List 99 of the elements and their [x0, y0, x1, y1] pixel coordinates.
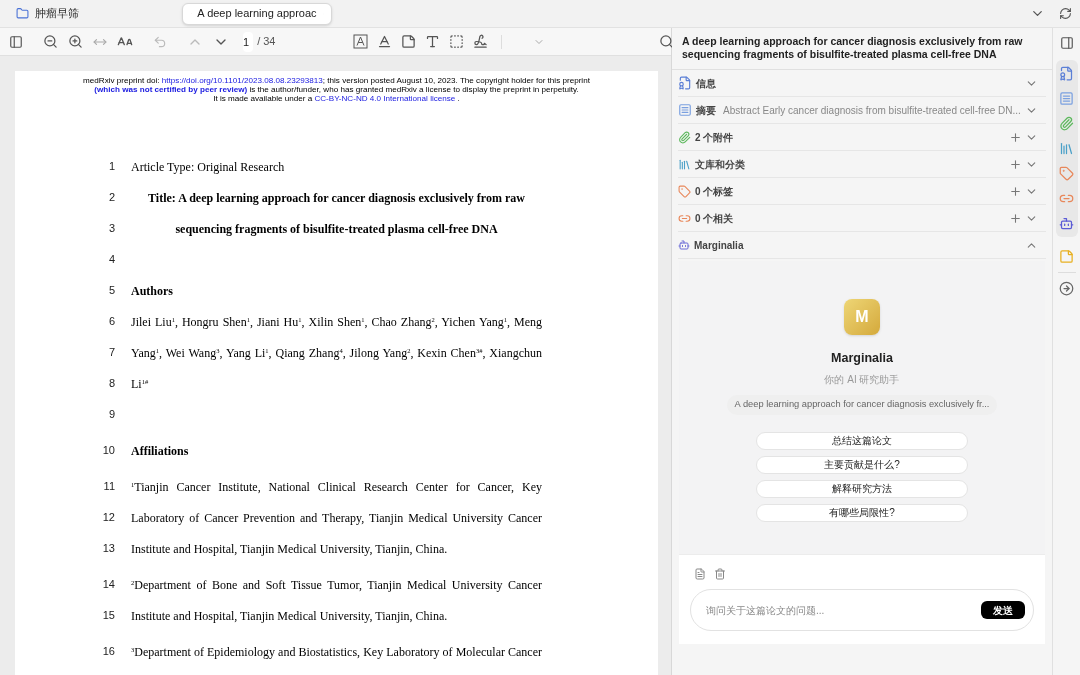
line-number: 13: [101, 541, 115, 557]
suggestion-button[interactable]: 主要贡献是什么?: [756, 455, 968, 474]
page-number-field[interactable]: 1: [243, 31, 254, 52]
zoom-in-icon[interactable]: [68, 34, 83, 49]
preprint-notice: (which was not certified by peer review) is the author/funder, who has granted medRxiv a license to display the preprint in perpetuity.: [94, 85, 579, 94]
link[interactable]: https://doi.org/10.1101/2023.08.08.23293813: [161, 76, 323, 85]
area-select-icon[interactable]: [449, 34, 465, 49]
line-number: 4: [107, 252, 115, 268]
section-title: 文库和分类: [695, 157, 745, 172]
note-icon[interactable]: [1059, 249, 1074, 264]
folder-icon: [16, 7, 29, 20]
body-text-line: Article Type: Original Research: [131, 159, 286, 174]
sidebar-toggle-icon[interactable]: [9, 34, 23, 49]
link[interactable]: CC-BY-NC-ND 4.0 International license: [314, 94, 456, 103]
tag-icon[interactable]: [1059, 166, 1074, 181]
body-text-line: Yang$^{1}$, Wei Wang$^{3}$, Yang Li$^{1}$, Qiang Zhang$^{4}$, Jilong Yang$^{2}$, Kexin Chen$^{3#}$, Xiangchun: [131, 345, 542, 360]
section-title: 信息: [696, 76, 716, 91]
line-number: 2: [107, 190, 115, 206]
page-count: / 34: [257, 34, 276, 50]
section-header[interactable]: 文库和分类: [678, 151, 1046, 178]
undo-icon[interactable]: [153, 34, 167, 49]
section-title: 0 个相关: [695, 211, 734, 226]
body-text-line: Li$^{1#}$: [131, 376, 150, 391]
line-number: 3: [107, 221, 115, 237]
suggestion-button[interactable]: 有哪些局限性?: [756, 503, 968, 522]
assistant-subtitle: 你的 AI 研究助手: [824, 372, 900, 387]
library-icon: [678, 157, 691, 171]
send-button[interactable]: 发送: [981, 601, 1025, 619]
body-text-line: Institute and Hospital, Tianjin Medical University, Tianjin, China.: [131, 608, 449, 623]
add-icon[interactable]: [1009, 184, 1022, 198]
line-number: 12: [101, 510, 115, 526]
section-header[interactable]: 摘要 Abstract Early cancer diagnosis from bisulfite-treated cell-free DN...: [678, 97, 1046, 124]
body-text-line: $^{2}$Department of Bone and Soft Tissue Tumor, Tianjin Medical University Cancer: [131, 577, 542, 592]
section-heading: Affiliations: [131, 443, 190, 458]
suggestion-button[interactable]: 解释研究方法: [756, 479, 968, 498]
line-number: 11: [102, 479, 115, 495]
section-title: 摘要: [696, 103, 716, 118]
section-title: Marginalia: [694, 238, 744, 253]
app-logo: M: [844, 299, 880, 335]
add-icon[interactable]: [1009, 130, 1022, 144]
document-icon[interactable]: [694, 568, 706, 580]
locate-icon[interactable]: [1059, 281, 1074, 296]
abstract-icon[interactable]: [1059, 91, 1074, 106]
paperclip-icon[interactable]: [1059, 116, 1074, 131]
abstract-icon: [678, 103, 692, 117]
line-number: 14: [101, 577, 115, 593]
section-header[interactable]: 2 个附件: [678, 124, 1046, 151]
paper-title-line: sequencing fragments of bisulfite-treated plasma cell-free DNA: [174, 221, 499, 236]
add-icon[interactable]: [1009, 157, 1022, 171]
paperclip-icon: [678, 130, 691, 144]
line-number: 6: [107, 314, 115, 330]
section-header[interactable]: 0 个相关: [678, 205, 1046, 232]
draw-tool-icon[interactable]: [473, 34, 489, 49]
section-header[interactable]: 0 个标签: [678, 178, 1046, 205]
highlight-tool-icon[interactable]: [353, 34, 369, 49]
zoom-out-icon[interactable]: [43, 34, 58, 49]
tab[interactable]: 肿瘤早筛: [8, 2, 87, 25]
line-number: 5: [107, 283, 115, 299]
abstract-preview: Abstract Early cancer diagnosis from bisulfite-treated cell-free DN...: [723, 103, 1021, 118]
section-header[interactable]: 信息: [678, 70, 1046, 97]
robot-icon[interactable]: [1059, 216, 1074, 231]
item-title: A deep learning approach for cancer diagnosis exclusively from raw sequencing fragments of bisulfite-treated plasma cell-free DNA: [672, 28, 1052, 70]
section-heading: Authors: [131, 283, 174, 298]
body-text-line: Jilei Liu$^{1}$, Hongru Shen$^{1}$, Jiani Hu$^{1}$, Xilin Shen$^{1}$, Chao Zhang$^{2}$, Yichen Yang$^{1}$, Meng: [131, 314, 542, 329]
body-text-line: Institute and Hospital, Tianjin Medical University, Tianjin, China.: [131, 541, 449, 556]
tab[interactable]: A deep learning approac: [182, 2, 332, 25]
preprint-notice: It is made available under a CC-BY-NC-ND 4.0 International license .: [213, 94, 460, 103]
paper-title-line: Title: A deep learning approach for cancer diagnosis exclusively from raw: [147, 190, 526, 205]
document-info-icon[interactable]: [1059, 66, 1074, 81]
tag-icon: [678, 184, 691, 198]
note-tool-icon[interactable]: [401, 34, 417, 49]
section-title: 2 个附件: [695, 130, 734, 145]
question-input[interactable]: 询问关于这篇论文的问题... 发送: [690, 589, 1034, 631]
line-number: 15: [101, 608, 115, 624]
line-number: 8: [107, 376, 115, 392]
body-text-line: $^{1}$Tianjin Cancer Institute, National Clinical Research Center for Cancer, Key: [131, 479, 542, 494]
section-header[interactable]: Marginalia: [678, 232, 1046, 259]
line-number: 9: [107, 407, 115, 423]
robot-icon: [678, 239, 690, 251]
preprint-notice: medRxiv preprint doi: https://doi.org/10.1101/2023.08.08.23293813; this version posted August 10, 2023. The copyright holder for this preprint: [83, 76, 590, 85]
assistant-name: Marginalia: [831, 350, 893, 367]
underline-tool-icon[interactable]: [377, 34, 393, 49]
line-number: 10: [101, 443, 115, 459]
text-tool-icon[interactable]: [425, 34, 441, 49]
body-text-line: $^{3}$Department of Epidemiology and Biostatistics, Key Laboratory of Molecular Cancer: [131, 644, 542, 659]
document-info-icon: [678, 76, 692, 90]
pane-toggle-icon[interactable]: [1059, 36, 1074, 50]
trash-icon[interactable]: [714, 568, 726, 580]
suggestion-button[interactable]: 总结这篇论文: [756, 431, 968, 450]
document-chip: A deep learning approach for cancer diagnosis exclusively fr...: [726, 394, 998, 415]
library-icon[interactable]: [1059, 141, 1074, 156]
refresh-icon[interactable]: [1059, 7, 1072, 20]
body-text-line: Laboratory of Cancer Prevention and Therapy, Tianjin Medical University Cancer: [131, 510, 542, 525]
line-number: 16: [101, 644, 115, 660]
line-number: 1: [107, 159, 115, 175]
link[interactable]: (which was not certified by peer review): [94, 85, 248, 94]
add-icon[interactable]: [1009, 211, 1022, 225]
section-title: 0 个标签: [695, 184, 734, 199]
line-number: 7: [107, 345, 115, 361]
